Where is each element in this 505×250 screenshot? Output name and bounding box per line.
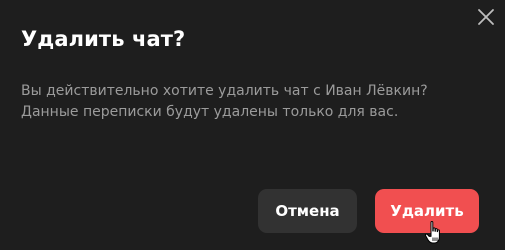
close-icon <box>478 9 494 25</box>
dialog-message-line-2: Данные переписки будут удалены только дл… <box>21 104 399 120</box>
cancel-button[interactable]: Отмена <box>258 189 357 233</box>
dialog-title: Удалить чат? <box>21 27 186 51</box>
delete-chat-dialog: Удалить чат? Вы действительно хотите уда… <box>0 0 505 250</box>
dialog-message-line-1: Вы действительно хотите удалить чат с Ив… <box>21 83 428 99</box>
delete-button[interactable]: Удалить <box>375 189 479 233</box>
close-button[interactable] <box>473 4 499 30</box>
dialog-message: Вы действительно хотите удалить чат с Ив… <box>21 81 481 123</box>
